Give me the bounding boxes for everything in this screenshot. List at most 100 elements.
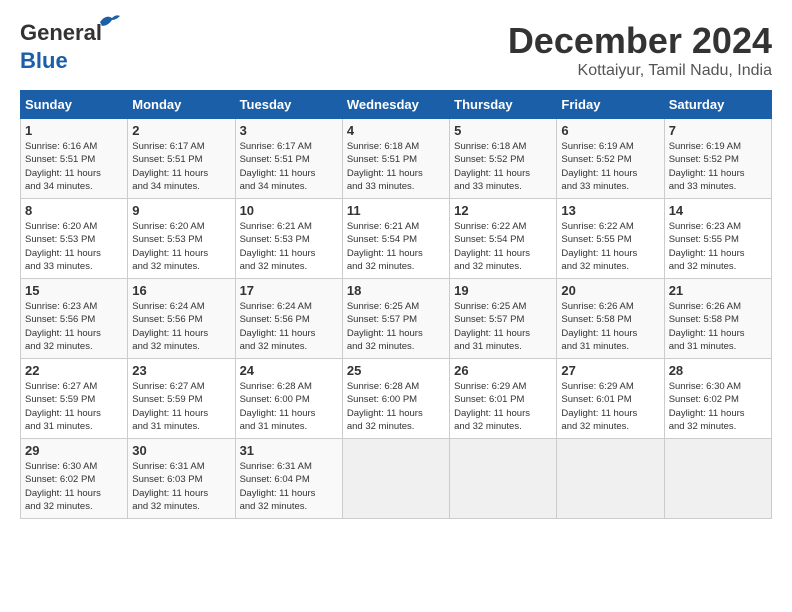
table-row: 11Sunrise: 6:21 AM Sunset: 5:54 PM Dayli…	[342, 199, 449, 279]
day-number: 17	[240, 283, 338, 298]
logo-bird-icon	[98, 12, 120, 30]
table-row: 13 Sunrise: 6:22 AM Sunset: 5:55 PM Dayli…	[557, 199, 664, 279]
day-number: 29	[25, 443, 123, 458]
day-number: 9	[132, 203, 230, 218]
day-info: Sunrise: 6:17 AM Sunset: 5:51 PM Dayligh…	[132, 140, 230, 193]
table-row: 3 Sunrise: 6:17 AM Sunset: 5:51 PM Daylig…	[235, 119, 342, 199]
header-wednesday: Wednesday	[342, 91, 449, 119]
table-row: 2Sunrise: 6:17 AM Sunset: 5:51 PM Daylig…	[128, 119, 235, 199]
table-row: 7 Sunrise: 6:19 AM Sunset: 5:52 PM Daylig…	[664, 119, 771, 199]
table-row: 14 Sunrise: 6:23 AM Sunset: 5:55 PM Dayli…	[664, 199, 771, 279]
day-number: 27	[561, 363, 659, 378]
table-row	[664, 439, 771, 519]
title-area: December 2024 Kottaiyur, Tamil Nadu, Ind…	[508, 20, 772, 80]
day-info: Sunrise: 6:26 AM Sunset: 5:58 PM Dayligh…	[669, 300, 767, 353]
calendar-week-row: 15 Sunrise: 6:23 AM Sunset: 5:56 PM Dayli…	[21, 279, 772, 359]
table-row: 12Sunrise: 6:22 AM Sunset: 5:54 PM Dayli…	[450, 199, 557, 279]
logo-blue: Blue	[20, 48, 68, 74]
header-friday: Friday	[557, 91, 664, 119]
day-number: 1	[25, 123, 123, 138]
day-info: Sunrise: 6:30 AM Sunset: 6:02 PM Dayligh…	[669, 380, 767, 433]
day-info: Sunrise: 6:24 AM Sunset: 5:56 PM Dayligh…	[132, 300, 230, 353]
table-row: 17 Sunrise: 6:24 AM Sunset: 5:56 PM Dayli…	[235, 279, 342, 359]
day-info: Sunrise: 6:18 AM Sunset: 5:52 PM Dayligh…	[454, 140, 552, 193]
table-row: 21 Sunrise: 6:26 AM Sunset: 5:58 PM Dayli…	[664, 279, 771, 359]
table-row	[342, 439, 449, 519]
day-info: Sunrise: 6:19 AM Sunset: 5:52 PM Dayligh…	[669, 140, 767, 193]
calendar-week-row: 22 Sunrise: 6:27 AM Sunset: 5:59 PM Dayli…	[21, 359, 772, 439]
table-row: 22 Sunrise: 6:27 AM Sunset: 5:59 PM Dayli…	[21, 359, 128, 439]
day-info: Sunrise: 6:21 AM Sunset: 5:54 PM Dayligh…	[347, 220, 445, 273]
calendar-header-row: Sunday Monday Tuesday Wednesday Thursday…	[21, 91, 772, 119]
table-row: 25 Sunrise: 6:28 AM Sunset: 6:00 PM Dayli…	[342, 359, 449, 439]
day-info: Sunrise: 6:22 AM Sunset: 5:55 PM Dayligh…	[561, 220, 659, 273]
day-info: Sunrise: 6:25 AM Sunset: 5:57 PM Dayligh…	[454, 300, 552, 353]
day-info: Sunrise: 6:23 AM Sunset: 5:56 PM Dayligh…	[25, 300, 123, 353]
table-row: 20Sunrise: 6:26 AM Sunset: 5:58 PM Dayli…	[557, 279, 664, 359]
day-info: Sunrise: 6:22 AM Sunset: 5:54 PM Dayligh…	[454, 220, 552, 273]
calendar-week-row: 29 Sunrise: 6:30 AM Sunset: 6:02 PM Dayli…	[21, 439, 772, 519]
day-info: Sunrise: 6:16 AM Sunset: 5:51 PM Dayligh…	[25, 140, 123, 193]
table-row: 18 Sunrise: 6:25 AM Sunset: 5:57 PM Dayli…	[342, 279, 449, 359]
table-row: 8Sunrise: 6:20 AM Sunset: 5:53 PM Daylig…	[21, 199, 128, 279]
day-info: Sunrise: 6:31 AM Sunset: 6:04 PM Dayligh…	[240, 460, 338, 513]
day-info: Sunrise: 6:28 AM Sunset: 6:00 PM Dayligh…	[240, 380, 338, 433]
day-info: Sunrise: 6:29 AM Sunset: 6:01 PM Dayligh…	[454, 380, 552, 433]
day-info: Sunrise: 6:26 AM Sunset: 5:58 PM Dayligh…	[561, 300, 659, 353]
day-info: Sunrise: 6:23 AM Sunset: 5:55 PM Dayligh…	[669, 220, 767, 273]
day-number: 31	[240, 443, 338, 458]
calendar-table: Sunday Monday Tuesday Wednesday Thursday…	[20, 90, 772, 519]
day-number: 14	[669, 203, 767, 218]
day-info: Sunrise: 6:31 AM Sunset: 6:03 PM Dayligh…	[132, 460, 230, 513]
day-info: Sunrise: 6:27 AM Sunset: 5:59 PM Dayligh…	[25, 380, 123, 433]
table-row: 15 Sunrise: 6:23 AM Sunset: 5:56 PM Dayli…	[21, 279, 128, 359]
table-row: 9 Sunrise: 6:20 AM Sunset: 5:53 PM Daylig…	[128, 199, 235, 279]
day-info: Sunrise: 6:21 AM Sunset: 5:53 PM Dayligh…	[240, 220, 338, 273]
day-info: Sunrise: 6:25 AM Sunset: 5:57 PM Dayligh…	[347, 300, 445, 353]
day-number: 10	[240, 203, 338, 218]
day-info: Sunrise: 6:19 AM Sunset: 5:52 PM Dayligh…	[561, 140, 659, 193]
header-thursday: Thursday	[450, 91, 557, 119]
table-row: 24 Sunrise: 6:28 AM Sunset: 6:00 PM Dayli…	[235, 359, 342, 439]
day-number: 4	[347, 123, 445, 138]
table-row: 28 Sunrise: 6:30 AM Sunset: 6:02 PM Dayli…	[664, 359, 771, 439]
day-number: 30	[132, 443, 230, 458]
table-row: 6Sunrise: 6:19 AM Sunset: 5:52 PM Daylig…	[557, 119, 664, 199]
day-number: 26	[454, 363, 552, 378]
table-row: 31 Sunrise: 6:31 AM Sunset: 6:04 PM Dayli…	[235, 439, 342, 519]
day-number: 21	[669, 283, 767, 298]
day-info: Sunrise: 6:17 AM Sunset: 5:51 PM Dayligh…	[240, 140, 338, 193]
day-number: 7	[669, 123, 767, 138]
day-number: 18	[347, 283, 445, 298]
day-number: 19	[454, 283, 552, 298]
table-row: 29 Sunrise: 6:30 AM Sunset: 6:02 PM Dayli…	[21, 439, 128, 519]
header: General Blue December 2024 Kottaiyur, Ta…	[20, 20, 772, 80]
table-row: 1 Sunrise: 6:16 AM Sunset: 5:51 PM Daylig…	[21, 119, 128, 199]
day-info: Sunrise: 6:20 AM Sunset: 5:53 PM Dayligh…	[132, 220, 230, 273]
header-sunday: Sunday	[21, 91, 128, 119]
day-number: 5	[454, 123, 552, 138]
table-row: 19 Sunrise: 6:25 AM Sunset: 5:57 PM Dayli…	[450, 279, 557, 359]
table-row: 4Sunrise: 6:18 AM Sunset: 5:51 PM Daylig…	[342, 119, 449, 199]
day-number: 22	[25, 363, 123, 378]
day-number: 3	[240, 123, 338, 138]
day-number: 23	[132, 363, 230, 378]
day-info: Sunrise: 6:29 AM Sunset: 6:01 PM Dayligh…	[561, 380, 659, 433]
day-number: 16	[132, 283, 230, 298]
day-number: 28	[669, 363, 767, 378]
day-info: Sunrise: 6:28 AM Sunset: 6:00 PM Dayligh…	[347, 380, 445, 433]
table-row: 16 Sunrise: 6:24 AM Sunset: 5:56 PM Dayli…	[128, 279, 235, 359]
day-number: 15	[25, 283, 123, 298]
calendar-week-row: 1 Sunrise: 6:16 AM Sunset: 5:51 PM Daylig…	[21, 119, 772, 199]
day-number: 25	[347, 363, 445, 378]
logo: General Blue	[20, 20, 102, 74]
day-info: Sunrise: 6:30 AM Sunset: 6:02 PM Dayligh…	[25, 460, 123, 513]
day-number: 24	[240, 363, 338, 378]
day-info: Sunrise: 6:20 AM Sunset: 5:53 PM Dayligh…	[25, 220, 123, 273]
table-row	[450, 439, 557, 519]
header-tuesday: Tuesday	[235, 91, 342, 119]
day-number: 13	[561, 203, 659, 218]
table-row: 26 Sunrise: 6:29 AM Sunset: 6:01 PM Dayli…	[450, 359, 557, 439]
table-row: 23Sunrise: 6:27 AM Sunset: 5:59 PM Dayli…	[128, 359, 235, 439]
day-info: Sunrise: 6:24 AM Sunset: 5:56 PM Dayligh…	[240, 300, 338, 353]
